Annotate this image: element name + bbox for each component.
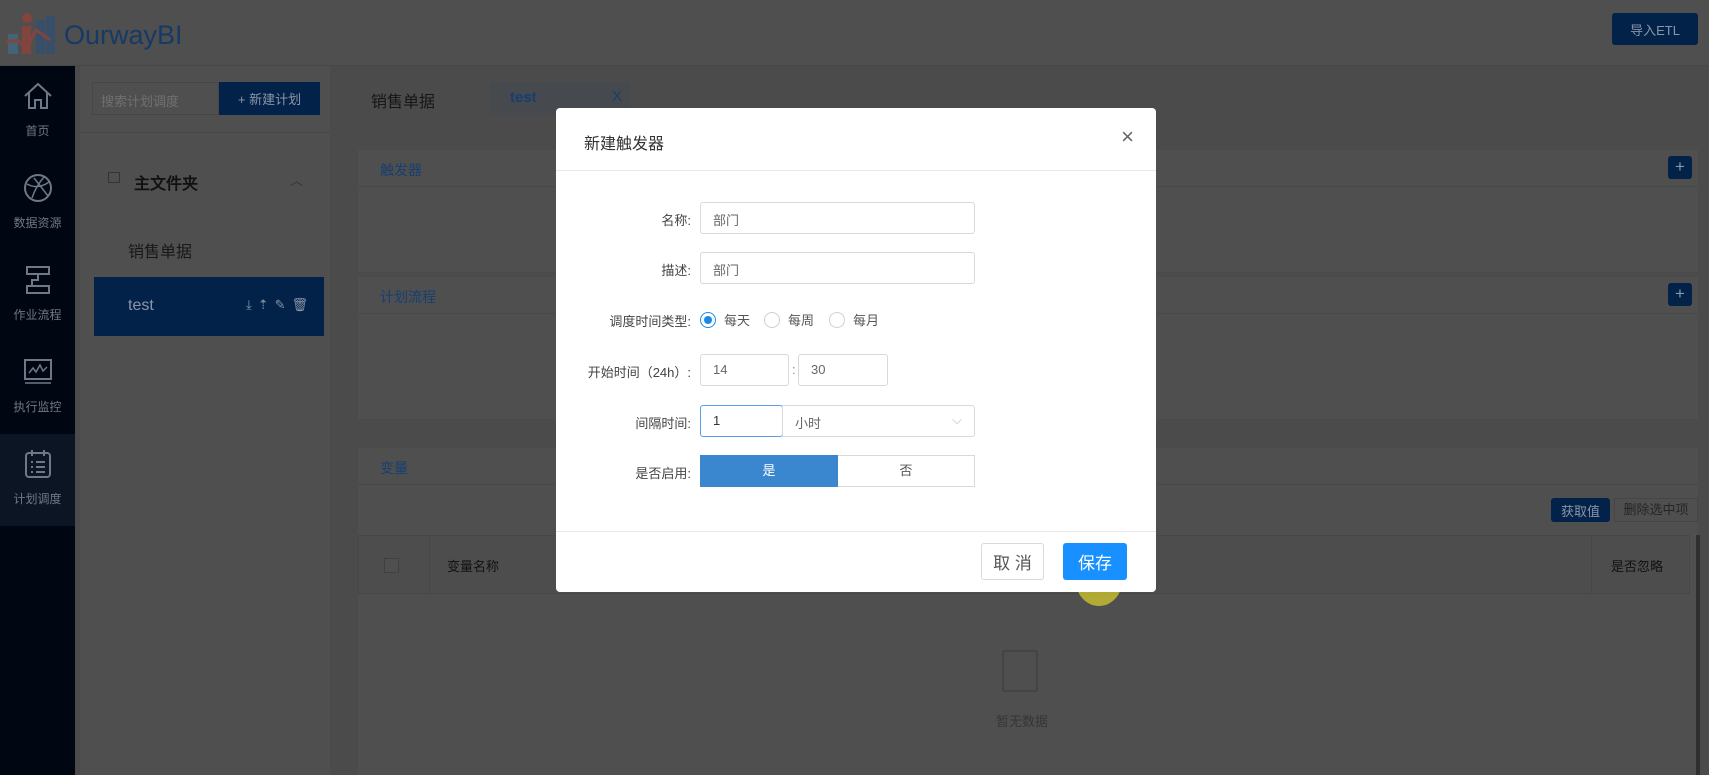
delete-selected-button[interactable]: 删除选中项 [1614,498,1698,522]
get-value-button[interactable]: 获取值 [1551,498,1610,522]
plan-search-input[interactable]: 搜索计划调度 [92,82,219,115]
column-variable-name: 变量名称 [447,559,500,574]
monitor-icon [23,359,52,384]
description-input[interactable]: 部门 [700,252,975,284]
radio-monthly[interactable]: 每月 [829,310,879,329]
description-label: 描述: [661,263,691,278]
start-time-label: 开始时间（24h）: [587,365,691,380]
radio-label: 每月 [853,313,880,328]
sidebar-item-label: 计划调度 [13,492,62,506]
select-all-checkbox[interactable] [384,558,399,573]
tree-node-label: test [128,297,154,314]
interval-unit-select[interactable]: 小时 ⌵ [782,405,975,437]
name-input[interactable]: 部门 [700,202,975,234]
radio-checked-icon [700,311,716,328]
main-folder[interactable]: 主文件夹 [134,170,198,194]
interval-label: 间隔时间: [635,416,691,431]
enabled-yes-button[interactable]: 是 [700,455,838,487]
empty-inbox-icon [1002,650,1038,692]
ourwaybi-logo [6,13,55,54]
enabled-label: 是否启用: [635,466,691,481]
radio-label: 每天 [724,313,751,328]
column-ignore: 是否忽略 [1611,559,1664,574]
sidebar-item-label: 执行监控 [13,400,62,414]
sidebar-item-monitor[interactable]: 执行监控 [0,342,75,434]
add-flow-button[interactable]: + [1668,283,1692,306]
close-icon[interactable]: × [1121,124,1134,150]
interval-input[interactable]: 1 [700,405,783,437]
start-hour-input[interactable]: 14 [700,354,789,386]
import-etl-button[interactable]: 导入ETL [1612,13,1698,45]
chevron-down-icon: ⌵ [952,412,962,427]
empty-text: 暂无数据 [996,714,1049,729]
sidebar-item-home[interactable]: 首页 [0,66,75,158]
selected-unit: 小时 [795,416,822,431]
radio-unchecked-icon [764,311,780,328]
scrollbar[interactable] [1696,535,1700,775]
time-separator: : [792,362,796,377]
calendar-icon [24,450,51,478]
top-header: OurwayBI 导入ETL [0,0,1709,66]
flow-icon [25,266,50,294]
close-tab-icon[interactable]: X [612,88,622,105]
tree-node-sales[interactable]: 销售单据 [128,238,192,262]
schedule-type-label: 调度时间类型: [609,314,691,329]
radio-unchecked-icon [829,311,845,328]
start-minute-input[interactable]: 30 [798,354,888,386]
sidebar-item-workflow[interactable]: 作业流程 [0,250,75,342]
radio-daily[interactable]: 每天 [700,310,750,329]
home-icon [23,82,52,109]
dialog-title: 新建触发器 [584,136,665,153]
name-label: 名称: [661,213,691,228]
chevron-up-icon[interactable]: ︿ [290,170,303,189]
cancel-button[interactable]: 取 消 [981,543,1044,580]
sidebar-item-label: 作业流程 [13,308,62,322]
sidebar-item-data-resources[interactable]: 数据资源 [0,158,75,250]
sidebar: 首页 数据资源 作业流程 执行监控 计划调度 [0,66,75,775]
sidebar-item-schedule[interactable]: 计划调度 [0,434,75,526]
section-title: 触发器 [380,162,422,178]
new-plan-button[interactable]: + 新建计划 [219,82,320,115]
new-trigger-dialog: 新建触发器 × 名称: 部门 描述: 部门 调度时间类型: 每天 每周 每月 开… [556,108,1156,592]
sidebar-item-label: 首页 [25,124,50,138]
node-action-icons[interactable]: ⤓⇡✎🗑 [246,297,314,313]
folder-icon [108,172,120,183]
enabled-no-button[interactable]: 否 [838,455,975,487]
section-title: 变量 [380,460,408,476]
tree-node-test[interactable]: test ⤓⇡✎🗑 [94,277,324,336]
globe-icon [23,174,52,202]
brand-name: OurwayBI [64,20,183,50]
radio-weekly[interactable]: 每周 [764,310,814,329]
add-trigger-button[interactable]: + [1668,156,1692,179]
tab-sales[interactable]: 销售单据 [371,88,435,112]
section-title: 计划流程 [380,289,436,305]
sidebar-item-label: 数据资源 [13,216,62,230]
radio-label: 每周 [788,313,815,328]
save-button[interactable]: 保存 [1063,543,1127,580]
divider [80,132,330,133]
